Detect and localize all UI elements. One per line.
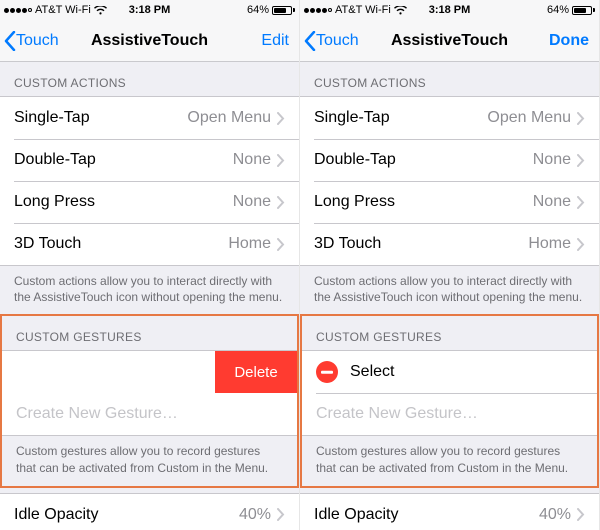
battery-icon (572, 6, 595, 15)
row-label: 3D Touch (314, 235, 528, 253)
row-idle-opacity[interactable]: Idle Opacity 40% (300, 494, 599, 530)
row-single-tap[interactable]: Single-Tap Open Menu (0, 97, 299, 139)
row-label: Idle Opacity (314, 506, 539, 524)
row-label: Single-Tap (314, 109, 487, 127)
row-detail: Open Menu (487, 109, 571, 127)
row-detail: Home (528, 235, 571, 253)
group-custom-gestures: Delete Create New Gesture… (2, 350, 297, 436)
signal-dots-icon (4, 8, 32, 13)
row-long-press[interactable]: Long Press None (0, 181, 299, 223)
gesture-row-content (2, 351, 215, 393)
clock: 3:18 PM (129, 4, 171, 16)
create-new-gesture-row[interactable]: Create New Gesture… (302, 393, 597, 435)
highlight-custom-gestures: CUSTOM GESTURES Delete Create New Gestur… (0, 314, 299, 487)
chevron-right-icon (277, 112, 285, 125)
chevron-right-icon (277, 196, 285, 209)
back-label: Touch (316, 32, 359, 50)
section-header-custom-gestures: CUSTOM GESTURES (2, 316, 297, 350)
signal-dots-icon (304, 8, 332, 13)
section-header-custom-actions: CUSTOM ACTIONS (0, 62, 299, 96)
footer-custom-gestures: Custom gestures allow you to record gest… (302, 436, 597, 485)
footer-custom-gestures: Custom gestures allow you to record gest… (2, 436, 297, 485)
row-label: Create New Gesture… (16, 405, 283, 423)
chevron-right-icon (277, 238, 285, 251)
section-header-custom-gestures: CUSTOM GESTURES (302, 316, 597, 350)
row-detail: Home (228, 235, 271, 253)
done-button[interactable]: Done (549, 32, 589, 50)
group-idle-opacity: Idle Opacity 40% (300, 493, 599, 530)
chevron-left-icon (4, 31, 16, 51)
battery-pct-label: 64% (247, 4, 269, 16)
row-detail: Open Menu (187, 109, 271, 127)
chevron-right-icon (277, 154, 285, 167)
wifi-icon (94, 6, 107, 15)
row-detail: None (533, 193, 571, 211)
nav-bar: Touch AssistiveTouch Edit (0, 20, 299, 62)
row-detail: None (533, 151, 571, 169)
footer-custom-actions: Custom actions allow you to interact dir… (0, 266, 299, 315)
wifi-icon (394, 6, 407, 15)
status-bar: AT&T Wi-Fi 3:18 PM 64% (0, 0, 299, 20)
status-bar: AT&T Wi-Fi 3:18 PM 64% (300, 0, 599, 20)
delete-minus-icon[interactable] (316, 361, 338, 383)
row-label: Long Press (14, 193, 233, 211)
row-detail: None (233, 193, 271, 211)
chevron-right-icon (577, 196, 585, 209)
group-custom-gestures: Select Create New Gesture… (302, 350, 597, 436)
row-long-press[interactable]: Long Press None (300, 181, 599, 223)
gesture-row-edit[interactable]: Select (302, 351, 597, 393)
row-label: Double-Tap (14, 151, 233, 169)
row-label: Single-Tap (14, 109, 187, 127)
row-label: Long Press (314, 193, 533, 211)
chevron-right-icon (577, 154, 585, 167)
battery-icon (272, 6, 295, 15)
carrier-label: AT&T Wi-Fi (335, 4, 391, 16)
row-label: Double-Tap (314, 151, 533, 169)
row-idle-opacity[interactable]: Idle Opacity 40% (0, 494, 299, 530)
edit-button[interactable]: Edit (261, 32, 289, 50)
row-3d-touch[interactable]: 3D Touch Home (300, 223, 599, 265)
chevron-left-icon (304, 31, 316, 51)
screen-left: AT&T Wi-Fi 3:18 PM 64% Touch AssistiveTo… (0, 0, 300, 530)
row-3d-touch[interactable]: 3D Touch Home (0, 223, 299, 265)
group-custom-actions: Single-Tap Open Menu Double-Tap None Lon… (300, 96, 599, 266)
back-label: Touch (16, 32, 59, 50)
gesture-row-swiped[interactable]: Delete (2, 351, 297, 393)
row-detail: 40% (539, 506, 571, 524)
highlight-custom-gestures: CUSTOM GESTURES Select Create New Gestur… (300, 314, 599, 487)
row-detail: 40% (239, 506, 271, 524)
chevron-right-icon (277, 508, 285, 521)
row-label: Idle Opacity (14, 506, 239, 524)
group-custom-actions: Single-Tap Open Menu Double-Tap None Lon… (0, 96, 299, 266)
create-new-gesture-row[interactable]: Create New Gesture… (2, 393, 297, 435)
gesture-name-label: Select (350, 363, 583, 381)
chevron-right-icon (577, 238, 585, 251)
row-single-tap[interactable]: Single-Tap Open Menu (300, 97, 599, 139)
group-idle-opacity: Idle Opacity 40% (0, 493, 299, 530)
row-detail: None (233, 151, 271, 169)
back-button[interactable]: Touch (0, 31, 59, 51)
section-header-custom-actions: CUSTOM ACTIONS (300, 62, 599, 96)
screen-right: AT&T Wi-Fi 3:18 PM 64% Touch AssistiveTo… (300, 0, 600, 530)
footer-custom-actions: Custom actions allow you to interact dir… (300, 266, 599, 315)
delete-button[interactable]: Delete (215, 351, 297, 393)
battery-pct-label: 64% (547, 4, 569, 16)
row-double-tap[interactable]: Double-Tap None (0, 139, 299, 181)
carrier-label: AT&T Wi-Fi (35, 4, 91, 16)
chevron-right-icon (577, 508, 585, 521)
battery-fill (274, 8, 286, 13)
chevron-right-icon (577, 112, 585, 125)
row-double-tap[interactable]: Double-Tap None (300, 139, 599, 181)
row-label: 3D Touch (14, 235, 228, 253)
clock: 3:18 PM (429, 4, 471, 16)
nav-bar: Touch AssistiveTouch Done (300, 20, 599, 62)
back-button[interactable]: Touch (300, 31, 359, 51)
row-label: Create New Gesture… (316, 405, 583, 423)
